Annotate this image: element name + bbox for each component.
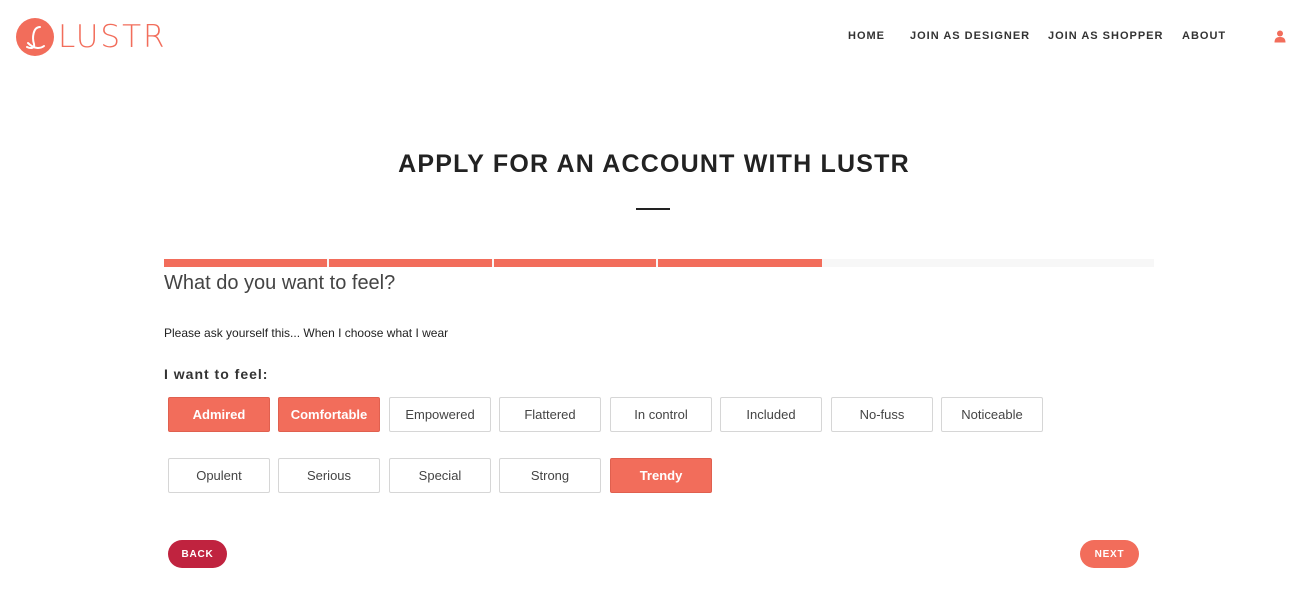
lustr-logo[interactable]: LUSTR bbox=[16, 17, 167, 57]
option-included[interactable]: Included bbox=[720, 397, 822, 432]
nav-join-as-shopper[interactable]: JOIN AS SHOPPER bbox=[1048, 30, 1163, 42]
nav-about[interactable]: ABOUT bbox=[1182, 30, 1226, 42]
page-title: APPLY FOR AN ACCOUNT WITH LUSTR bbox=[398, 150, 910, 178]
option-serious[interactable]: Serious bbox=[278, 458, 380, 493]
next-button[interactable]: NEXT bbox=[1080, 540, 1139, 568]
progress-segment bbox=[329, 259, 492, 267]
question-prompt: Please ask yourself this... When I choos… bbox=[164, 326, 449, 340]
progress-segment bbox=[658, 259, 822, 267]
option-trendy[interactable]: Trendy bbox=[610, 458, 712, 493]
option-flattered[interactable]: Flattered bbox=[499, 397, 601, 432]
logo-mark-icon bbox=[16, 18, 54, 56]
nav-join-as-designer[interactable]: JOIN AS DESIGNER bbox=[910, 30, 1030, 42]
progress-segment bbox=[494, 259, 656, 267]
option-comfortable[interactable]: Comfortable bbox=[278, 397, 380, 432]
option-opulent[interactable]: Opulent bbox=[168, 458, 270, 493]
user-icon[interactable] bbox=[1274, 30, 1286, 43]
title-divider bbox=[636, 208, 670, 210]
option-empowered[interactable]: Empowered bbox=[389, 397, 491, 432]
feel-label: I want to feel: bbox=[164, 366, 269, 382]
option-strong[interactable]: Strong bbox=[499, 458, 601, 493]
option-special[interactable]: Special bbox=[389, 458, 491, 493]
option-noticeable[interactable]: Noticeable bbox=[941, 397, 1043, 432]
option-in-control[interactable]: In control bbox=[610, 397, 712, 432]
option-admired[interactable]: Admired bbox=[168, 397, 270, 432]
nav-home[interactable]: HOME bbox=[848, 30, 885, 42]
option-no-fuss[interactable]: No-fuss bbox=[831, 397, 933, 432]
progress-bar bbox=[164, 259, 1154, 267]
brand-name: LUSTR bbox=[58, 19, 167, 55]
back-button[interactable]: BACK bbox=[168, 540, 227, 568]
progress-segment bbox=[164, 259, 327, 267]
question-heading: What do you want to feel? bbox=[164, 272, 396, 294]
